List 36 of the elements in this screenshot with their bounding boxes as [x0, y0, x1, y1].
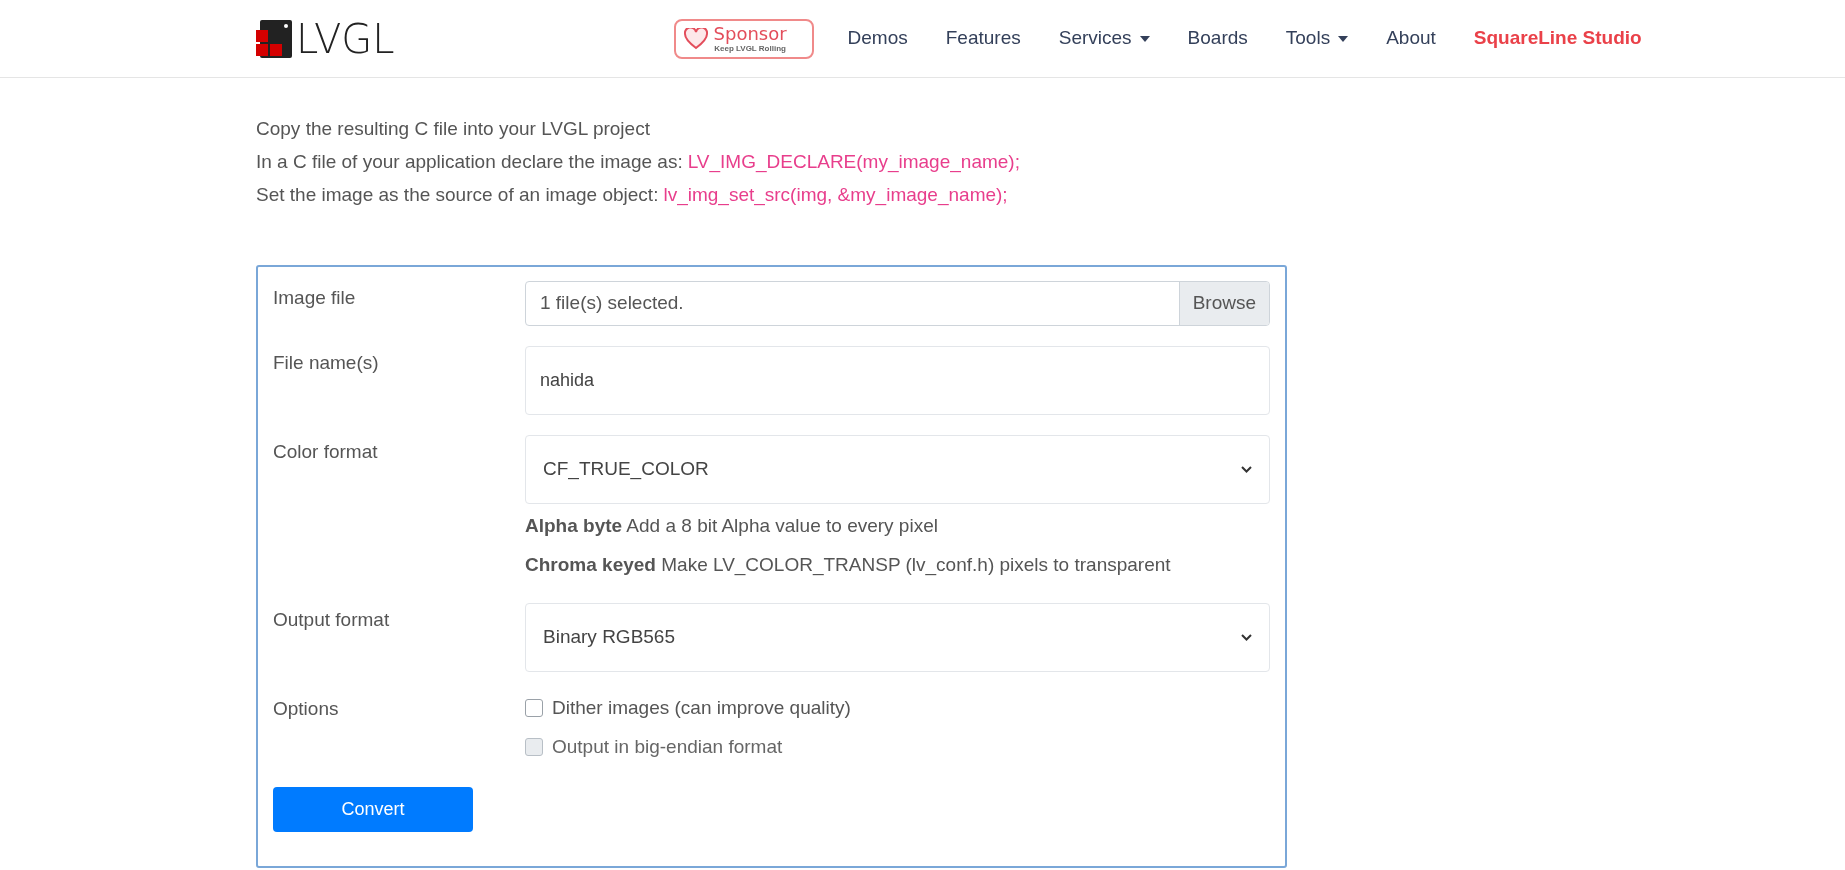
help-text: Alpha byte Add a 8 bit Alpha value to every pixel — [525, 514, 939, 538]
nav-link[interactable]: About — [1386, 24, 1436, 53]
checkbox-label: Output in big-endian format — [552, 734, 783, 759]
chevron-icon — [1241, 634, 1252, 641]
help-text: Chroma keyed Make LV_COLOR_TRANSP (lv_conf.h) pixels to transparent — [525, 552, 1172, 578]
nav-link[interactable]: SquareLine Studio — [1473, 24, 1642, 53]
nav-dropdown[interactable]: Tools — [1285, 24, 1349, 53]
checkbox-label: Dither images (can improve quality) — [552, 696, 851, 720]
chevron-icon — [1241, 466, 1252, 473]
convert-button[interactable]: Convert — [273, 787, 473, 832]
text-input[interactable]: nahida — [525, 346, 1270, 415]
field-label: Color format — [273, 440, 379, 464]
instruction-text: Set the image as the source of an image object: — [256, 183, 659, 207]
caret-icon — [1139, 35, 1150, 42]
browse-button[interactable]: Browse — [1178, 282, 1269, 325]
code-snippet: LV_IMG_DECLARE(my_image_name); — [687, 150, 1020, 174]
field-label: Options — [273, 697, 340, 721]
nav-link[interactable]: Boards — [1187, 24, 1248, 53]
heart-icon — [683, 27, 708, 50]
select-dropdown[interactable]: CF_TRUE_COLOR — [525, 435, 1270, 504]
field-label: Image file — [273, 286, 357, 310]
checkbox[interactable] — [525, 699, 543, 718]
file-input[interactable]: 1 file(s) selected. Browse — [525, 281, 1270, 326]
nav-dropdown[interactable]: Services — [1058, 24, 1150, 53]
field-label: File name(s) — [273, 351, 380, 375]
logo-text: LVGL — [296, 18, 395, 59]
field-label: Output format — [273, 608, 391, 632]
logo-icon — [256, 19, 292, 58]
select-dropdown[interactable]: Binary RGB565 — [525, 603, 1270, 672]
sponsor-button[interactable]: Sponsor Keep LVGL Rolling — [673, 18, 814, 59]
instruction-text: Copy the resulting C file into your LVGL project — [256, 117, 650, 141]
nav-link[interactable]: Demos — [847, 24, 908, 53]
caret-icon — [1338, 35, 1349, 42]
instruction-text: In a C file of your application declare the image as: — [256, 150, 683, 174]
nav-link[interactable]: Features — [945, 24, 1021, 53]
code-snippet: lv_img_set_src(img, &my_image_name); — [663, 183, 1008, 207]
